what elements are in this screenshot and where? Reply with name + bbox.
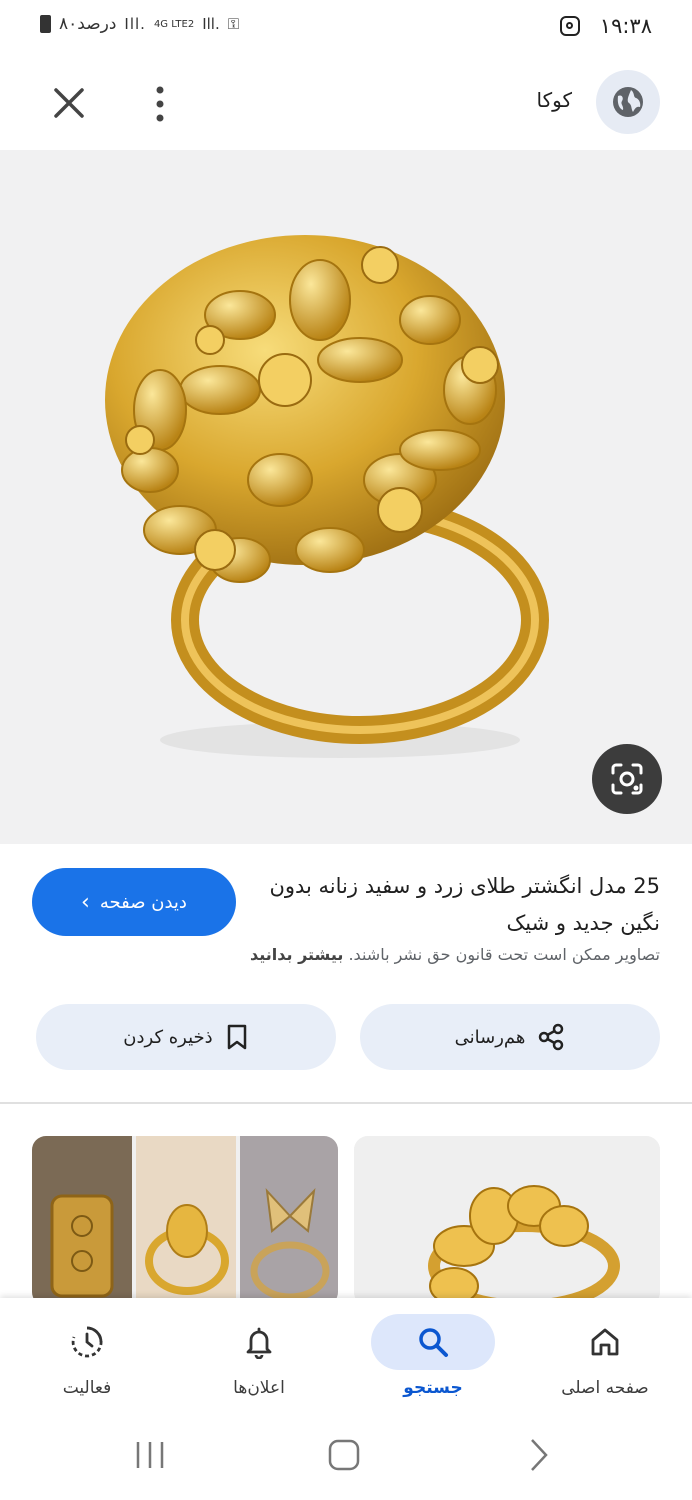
top-bar: کوکا (0, 58, 692, 150)
related-ring-image (354, 1136, 660, 1306)
save-button[interactable]: ذخیره کردن (36, 1004, 336, 1070)
visit-page-button[interactable]: ‹ دیدن صفحه (32, 868, 236, 936)
home-square-icon (328, 1439, 360, 1471)
site-favicon[interactable] (596, 70, 660, 134)
nav-search-icon-wrap (371, 1314, 495, 1370)
battery-icon (40, 15, 51, 33)
visit-page-label: دیدن صفحه (99, 891, 187, 913)
battery-text: ۸۰درصد (59, 14, 117, 34)
status-bar: ۸۰درصد Ill. 4G LTE2 Ill. ⚿ ۱۹:۳۸ (0, 0, 692, 58)
section-divider (0, 1102, 692, 1104)
chevron-left-icon: ‹ (81, 889, 90, 915)
nav-notifications[interactable]: اعلان‌ها (184, 1306, 334, 1416)
signal-icon-2: Ill. (202, 15, 220, 33)
gold-ring-image (105, 235, 549, 758)
close-button[interactable] (48, 82, 90, 124)
instagram-icon (560, 16, 580, 36)
recent-apps-icon (136, 1442, 164, 1468)
home-system-button[interactable] (324, 1432, 364, 1478)
nav-home-icon-wrap (555, 1314, 655, 1370)
nav-notifications-label: اعلان‌ها (233, 1378, 285, 1398)
share-label: هم‌رسانی (454, 1026, 526, 1048)
nav-activity-icon-wrap (37, 1314, 137, 1370)
nav-search[interactable]: جستجو (358, 1306, 508, 1416)
nav-activity-label: فعالیت (62, 1378, 112, 1398)
share-icon (539, 1023, 564, 1051)
search-icon (419, 1328, 448, 1357)
nav-notifications-icon-wrap (209, 1314, 309, 1370)
related-result-ring[interactable] (354, 1136, 660, 1306)
nav-home[interactable]: صفحه اصلی (530, 1306, 680, 1416)
share-button[interactable]: هم‌رسانی (360, 1004, 660, 1070)
network-text: 4G LTE2 (153, 18, 195, 30)
nav-activity[interactable]: فعالیت (12, 1306, 162, 1416)
bookmark-icon (227, 1024, 246, 1050)
nav-search-label: جستجو (403, 1378, 463, 1398)
copyright-notice: تصاویر ممکن است تحت قانون حق نشر باشند. … (100, 945, 660, 964)
result-title[interactable]: 25 مدل انگشتر طلای زرد و سفید زنانه بدون… (260, 868, 660, 942)
more-vert-icon (156, 86, 164, 122)
related-result-collage[interactable] (32, 1136, 338, 1306)
key-icon: ⚿ (227, 15, 240, 33)
clock: ۱۹:۳۸ (599, 14, 652, 38)
lens-search-button[interactable] (592, 744, 662, 814)
result-image[interactable] (0, 150, 692, 844)
save-label: ذخیره کردن (123, 1026, 213, 1048)
lens-icon (611, 763, 643, 795)
status-left: ۸۰درصد Ill. 4G LTE2 Ill. ⚿ (40, 14, 239, 34)
more-options-button[interactable] (150, 84, 170, 124)
globe-icon (613, 87, 643, 117)
learn-more-link[interactable]: بیشتر بدانید (250, 945, 343, 964)
activity-icon (71, 1326, 103, 1358)
chevron-right-icon (531, 1439, 548, 1471)
site-name: کوکا (536, 88, 572, 112)
related-rings-image (32, 1136, 338, 1306)
back-button[interactable] (518, 1432, 558, 1478)
home-icon (591, 1328, 619, 1356)
signal-icon: Ill. (124, 15, 146, 33)
copyright-text: تصاویر ممکن است تحت قانون حق نشر باشند. (348, 945, 660, 964)
close-icon (54, 88, 84, 118)
nav-home-label: صفحه اصلی (561, 1378, 649, 1398)
recent-apps-button[interactable] (132, 1432, 172, 1478)
bell-icon (246, 1327, 272, 1359)
